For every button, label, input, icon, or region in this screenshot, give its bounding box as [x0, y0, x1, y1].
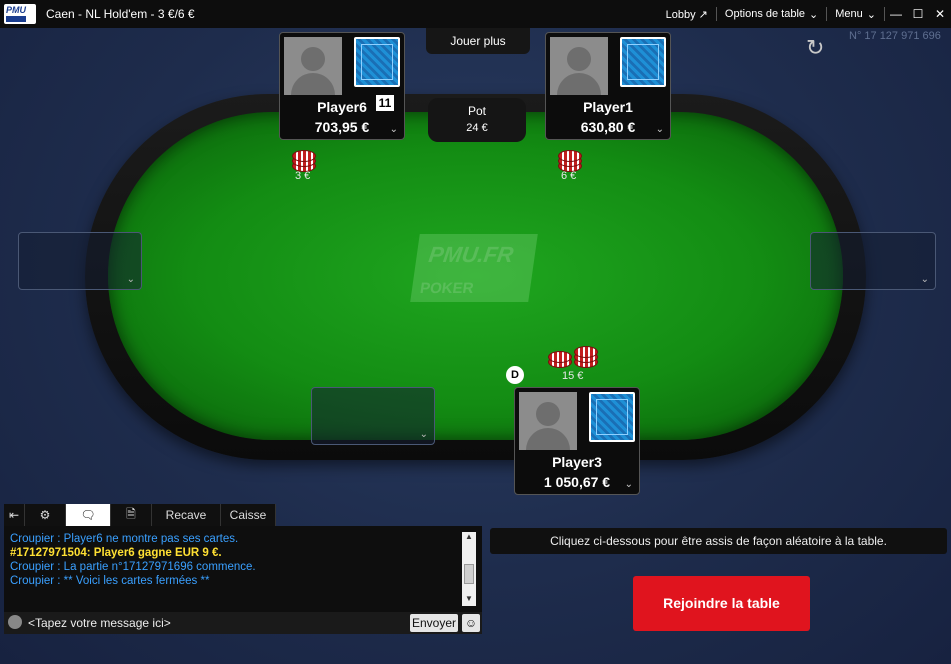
chat-message: #17127971504: Player6 gagne EUR 9 €.: [10, 547, 222, 559]
chevron-down-icon: ⌄: [655, 124, 664, 135]
emoji-icon[interactable]: ☺: [462, 614, 480, 632]
menu-button[interactable]: Menu ⌄: [827, 7, 885, 21]
player-stack: 1 050,67 €: [543, 474, 611, 490]
scroll-thumb[interactable]: [464, 564, 474, 584]
chevron-down-icon: ⌄: [809, 8, 819, 21]
dealer-button: D: [506, 366, 524, 384]
close-button[interactable]: ✕: [929, 7, 951, 21]
lobby-button[interactable]: Lobby ↗: [658, 7, 717, 21]
pmu-poker-logo: PMU: [4, 4, 36, 24]
player-name: Player3: [552, 454, 602, 470]
refresh-icon[interactable]: ↻: [806, 36, 830, 60]
avatar: [284, 37, 342, 95]
play-more-button[interactable]: Jouer plus: [426, 28, 530, 54]
player-name: Player1: [583, 99, 633, 115]
chat-scrollbar[interactable]: ▲ ▼: [462, 532, 476, 606]
maximize-button[interactable]: ☐: [907, 7, 929, 21]
scroll-up-icon[interactable]: ▲: [462, 532, 476, 544]
title-bar-menu: Lobby ↗ Options de table ⌄ Menu ⌄ — ☐ ✕: [658, 0, 951, 28]
avatar: [519, 392, 577, 450]
chat-message: Croupier : La partie n°17127971696 comme…: [10, 561, 256, 573]
gear-icon[interactable]: ⚙: [25, 504, 66, 526]
pot-display: Pot 24 €: [428, 98, 526, 142]
document-icon[interactable]: 🗎: [111, 504, 152, 526]
chevron-down-icon: ⌄: [624, 479, 633, 490]
chat-message: Croupier : ** Voici les cartes fermées *…: [10, 575, 210, 587]
player-stack: 703,95 €: [314, 119, 370, 135]
chip-stack-icon: [548, 346, 572, 368]
player-seat-player6[interactable]: 11 Player6 703,95 € ⌄: [279, 32, 405, 140]
card-back: [620, 37, 666, 87]
bet-amount: 6 €: [561, 170, 577, 182]
chevron-down-icon: ⌄: [126, 274, 135, 285]
chip-stack-icon: [292, 150, 316, 172]
chat-input-bar: <Tapez votre message ici> Envoyer ☺: [4, 612, 482, 634]
tab-recave[interactable]: Recave: [152, 504, 221, 526]
card-back: [354, 37, 400, 87]
window-title: Caen - NL Hold'em - 3 €/6 €: [46, 7, 195, 21]
table-number: N° 17 127 971 696: [849, 30, 941, 42]
card-back: [589, 392, 635, 442]
empty-seat-right[interactable]: ⌄: [810, 232, 936, 290]
bet-amount: 3 €: [295, 170, 311, 182]
title-bar: PMU Caen - NL Hold'em - 3 €/6 € Lobby ↗ …: [0, 0, 951, 28]
chevron-down-icon: ⌄: [866, 8, 876, 21]
pot-label: Pot: [467, 104, 486, 118]
chevron-down-icon: ⌄: [920, 274, 929, 285]
chat-bubble-icon[interactable]: 🗨: [66, 504, 111, 526]
join-table-button[interactable]: Rejoindre la table: [633, 576, 810, 631]
empty-seat-left[interactable]: ⌄: [18, 232, 142, 290]
pot-value: 24 €: [466, 122, 488, 134]
chat-log: Croupier : Player6 ne montre pas ses car…: [10, 532, 456, 588]
felt-logo: PMU.FR POKER: [410, 234, 538, 302]
scroll-down-icon[interactable]: ▼: [462, 594, 476, 606]
chat-settings-icon[interactable]: [8, 615, 22, 629]
player-seat-player3[interactable]: Player3 1 050,67 € ⌄: [514, 387, 640, 495]
chevron-down-icon: ⌄: [419, 429, 428, 440]
chip-stack-icon: [574, 342, 598, 368]
chip-stack-icon: [558, 150, 582, 172]
player-name: Player6: [317, 99, 367, 115]
minimize-button[interactable]: —: [885, 7, 907, 21]
tab-caisse[interactable]: Caisse: [221, 504, 276, 526]
seat-info-text: Cliquez ci-dessous pour être assis de fa…: [490, 528, 947, 554]
chat-message: Croupier : Player6 ne montre pas ses car…: [10, 533, 239, 545]
send-button[interactable]: Envoyer: [410, 614, 458, 632]
table-options-button[interactable]: Options de table ⌄: [717, 7, 828, 21]
empty-seat-bottom[interactable]: ⌄: [311, 387, 435, 445]
chevron-down-icon: ⌄: [389, 124, 398, 135]
player-stack: 630,80 €: [580, 119, 636, 135]
collapse-chat-icon[interactable]: ⇤: [4, 504, 25, 526]
chat-tabs: ⇤ ⚙ 🗨 🗎 Recave Caisse: [4, 504, 276, 526]
chat-input[interactable]: <Tapez votre message ici>: [28, 616, 171, 630]
bet-amount: 15 €: [562, 370, 584, 382]
avatar: [550, 37, 608, 95]
player-seat-player1[interactable]: Player1 630,80 € ⌄: [545, 32, 671, 140]
